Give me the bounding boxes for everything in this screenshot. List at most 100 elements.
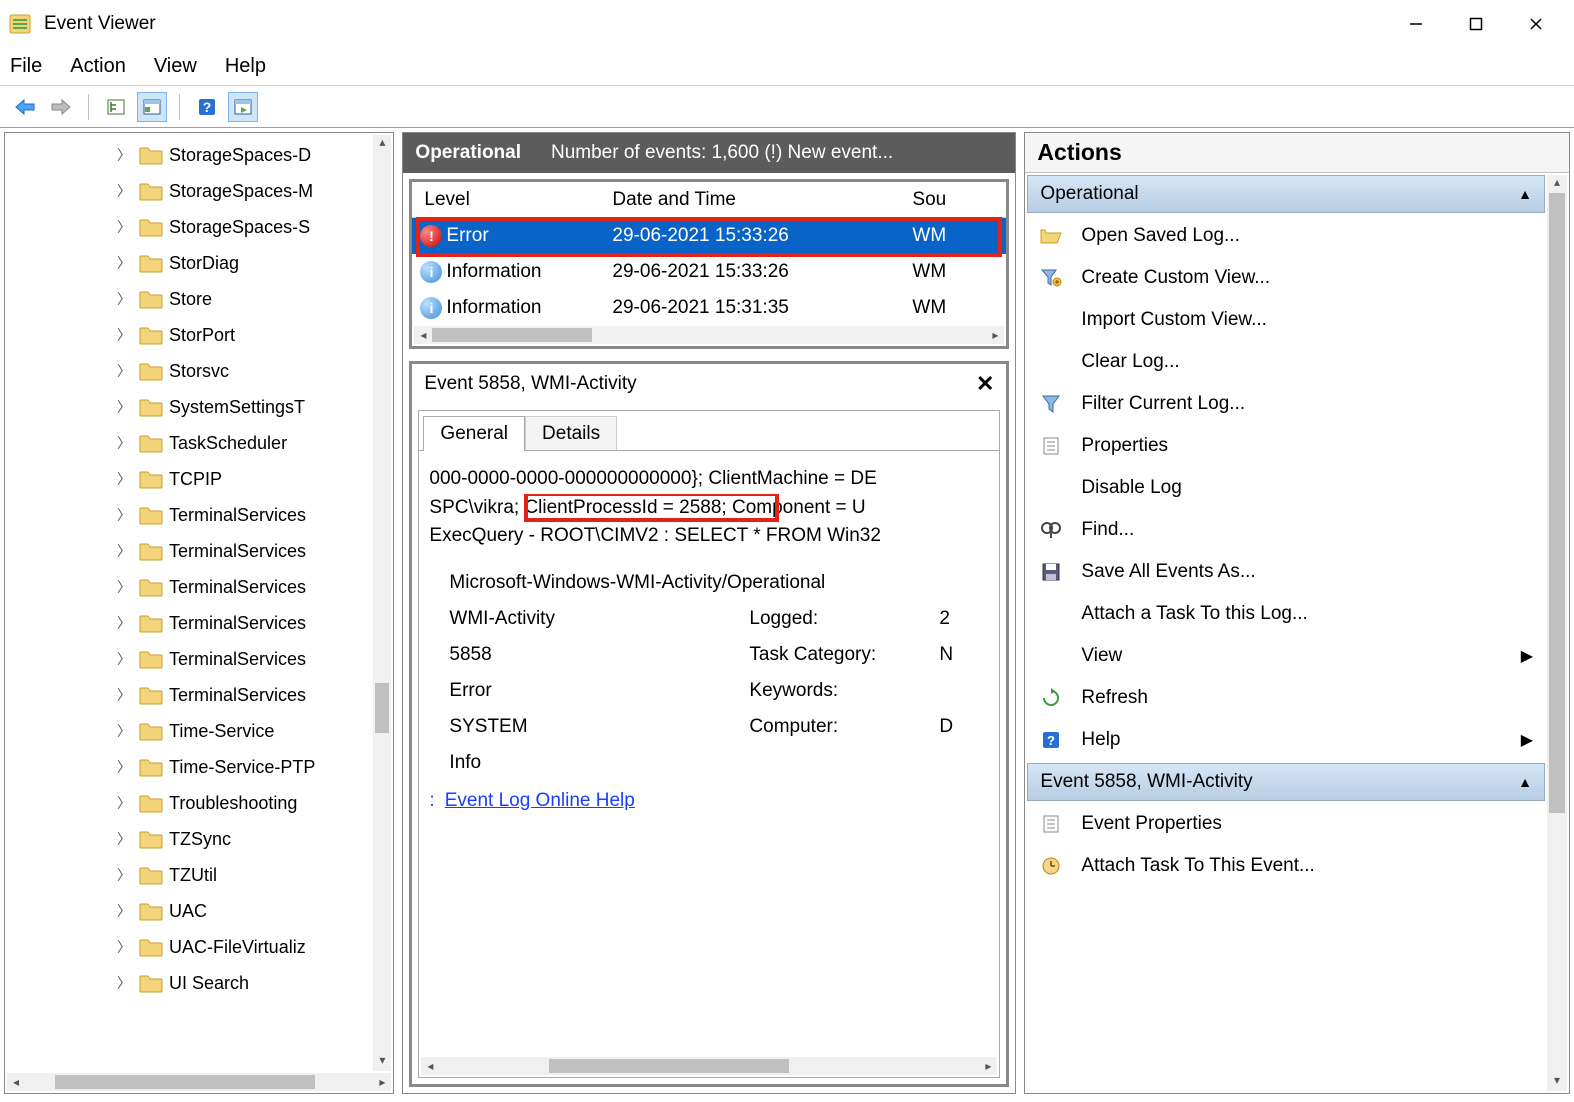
action-item[interactable]: Import Custom View...: [1025, 299, 1545, 341]
action-item[interactable]: Refresh: [1025, 677, 1545, 719]
event-row[interactable]: !Error29-06-2021 15:33:26WM: [412, 218, 1006, 254]
tree-item[interactable]: 〉TerminalServices: [5, 641, 393, 677]
tree-item[interactable]: 〉TerminalServices: [5, 533, 393, 569]
expander-icon[interactable]: 〉: [115, 613, 133, 633]
expander-icon[interactable]: 〉: [115, 253, 133, 273]
expander-icon[interactable]: 〉: [115, 361, 133, 381]
tree-item[interactable]: 〉Time-Service: [5, 713, 393, 749]
menu-action[interactable]: Action: [70, 55, 126, 78]
help-button[interactable]: ?: [192, 92, 222, 122]
tree-item[interactable]: 〉UAC: [5, 893, 393, 929]
action-item[interactable]: ?Help▶: [1025, 719, 1545, 761]
menu-file[interactable]: File: [10, 55, 42, 78]
expander-icon[interactable]: 〉: [115, 937, 133, 957]
back-button[interactable]: [10, 92, 40, 122]
action-label: Properties: [1081, 435, 1168, 457]
tree-item[interactable]: 〉TZSync: [5, 821, 393, 857]
expander-icon[interactable]: 〉: [115, 577, 133, 597]
actions-section-event[interactable]: Event 5858, WMI-Activity▲: [1027, 763, 1545, 801]
action-label: Refresh: [1081, 687, 1148, 709]
action-item[interactable]: Open Saved Log...: [1025, 215, 1545, 257]
action-item[interactable]: Attach Task To This Event...: [1025, 845, 1545, 887]
tree-horizontal-scrollbar[interactable]: ◂ ▸: [7, 1073, 391, 1091]
actions-vertical-scrollbar[interactable]: ▴ ▾: [1547, 175, 1567, 1091]
action-item[interactable]: Find...: [1025, 509, 1545, 551]
tree-item[interactable]: 〉Storsvc: [5, 353, 393, 389]
tree-item[interactable]: 〉TerminalServices: [5, 677, 393, 713]
tree-item-label: UI Search: [169, 973, 249, 994]
detail-close-button[interactable]: ✕: [976, 371, 994, 397]
tree-item[interactable]: 〉Store: [5, 281, 393, 317]
tree-item[interactable]: 〉StorageSpaces-S: [5, 209, 393, 245]
expander-icon[interactable]: 〉: [115, 973, 133, 993]
expander-icon[interactable]: 〉: [115, 901, 133, 921]
tree-item[interactable]: 〉TCPIP: [5, 461, 393, 497]
actions-section-operational[interactable]: Operational▲: [1027, 175, 1545, 213]
action-item[interactable]: Disable Log: [1025, 467, 1545, 509]
column-date[interactable]: Date and Time: [612, 189, 912, 211]
forward-button[interactable]: [46, 92, 76, 122]
expander-icon[interactable]: 〉: [115, 145, 133, 165]
expander-icon[interactable]: 〉: [115, 757, 133, 777]
tree-item[interactable]: 〉TerminalServices: [5, 605, 393, 641]
tree-item[interactable]: 〉UAC-FileVirtualiz: [5, 929, 393, 965]
expander-icon[interactable]: 〉: [115, 793, 133, 813]
close-button[interactable]: [1506, 4, 1566, 44]
expander-icon[interactable]: 〉: [115, 649, 133, 669]
expander-icon[interactable]: 〉: [115, 865, 133, 885]
expander-icon[interactable]: 〉: [115, 289, 133, 309]
minimize-button[interactable]: [1386, 4, 1446, 44]
tree-item[interactable]: 〉 UI Search: [5, 965, 393, 1001]
tree-item[interactable]: 〉TerminalServices: [5, 569, 393, 605]
show-tree-button[interactable]: [101, 92, 131, 122]
column-source[interactable]: Sou: [912, 189, 1006, 211]
action-item[interactable]: Properties: [1025, 425, 1545, 467]
expander-icon[interactable]: 〉: [115, 433, 133, 453]
tree-item[interactable]: 〉Troubleshooting: [5, 785, 393, 821]
menu-view[interactable]: View: [154, 55, 197, 78]
event-row[interactable]: iInformation29-06-2021 15:31:35WM: [412, 290, 1006, 326]
tree-item[interactable]: 〉 StorDiag: [5, 245, 393, 281]
expander-icon[interactable]: 〉: [115, 325, 133, 345]
expander-icon[interactable]: 〉: [115, 685, 133, 705]
show-action-pane-button[interactable]: [137, 92, 167, 122]
event-log-online-help-link[interactable]: Event Log Online Help: [445, 790, 635, 812]
action-item[interactable]: Attach a Task To this Log...: [1025, 593, 1545, 635]
expander-icon[interactable]: 〉: [115, 505, 133, 525]
event-row[interactable]: iInformation29-06-2021 15:33:26WM: [412, 254, 1006, 290]
events-columns[interactable]: Level Date and Time Sou: [412, 182, 1006, 218]
action-item[interactable]: Save All Events As...: [1025, 551, 1545, 593]
tree-item-label: StorDiag: [169, 253, 239, 274]
action-item[interactable]: Filter Current Log...: [1025, 383, 1545, 425]
tree-item[interactable]: 〉TerminalServices: [5, 497, 393, 533]
tree-item[interactable]: 〉StorageSpaces-M: [5, 173, 393, 209]
tree-item[interactable]: 〉StorPort: [5, 317, 393, 353]
preview-pane-button[interactable]: [228, 92, 258, 122]
action-item[interactable]: Clear Log...: [1025, 341, 1545, 383]
menu-help[interactable]: Help: [225, 55, 266, 78]
expander-icon[interactable]: 〉: [115, 469, 133, 489]
tree-item[interactable]: 〉TZUtil: [5, 857, 393, 893]
tree-item[interactable]: 〉Time-Service-PTP: [5, 749, 393, 785]
tab-details[interactable]: Details: [525, 416, 617, 451]
events-horizontal-scrollbar[interactable]: ◂▸: [414, 326, 1004, 344]
title-bar: Event Viewer: [0, 0, 1574, 48]
tab-general[interactable]: General: [423, 416, 525, 451]
maximize-button[interactable]: [1446, 4, 1506, 44]
folder-icon: [139, 901, 163, 921]
expander-icon[interactable]: 〉: [115, 541, 133, 561]
tree-item[interactable]: 〉SystemSettingsT: [5, 389, 393, 425]
detail-horizontal-scrollbar[interactable]: ◂▸: [421, 1057, 997, 1075]
action-item[interactable]: View▶: [1025, 635, 1545, 677]
tree-item[interactable]: 〉StorageSpaces-D: [5, 137, 393, 173]
expander-icon[interactable]: 〉: [115, 721, 133, 741]
expander-icon[interactable]: 〉: [115, 829, 133, 849]
action-item[interactable]: Event Properties: [1025, 803, 1545, 845]
expander-icon[interactable]: 〉: [115, 217, 133, 237]
expander-icon[interactable]: 〉: [115, 181, 133, 201]
expander-icon[interactable]: 〉: [115, 397, 133, 417]
column-level[interactable]: Level: [412, 189, 612, 211]
tree-vertical-scrollbar[interactable]: ▴ ▾: [373, 135, 391, 1071]
action-item[interactable]: Create Custom View...: [1025, 257, 1545, 299]
tree-item[interactable]: 〉TaskScheduler: [5, 425, 393, 461]
